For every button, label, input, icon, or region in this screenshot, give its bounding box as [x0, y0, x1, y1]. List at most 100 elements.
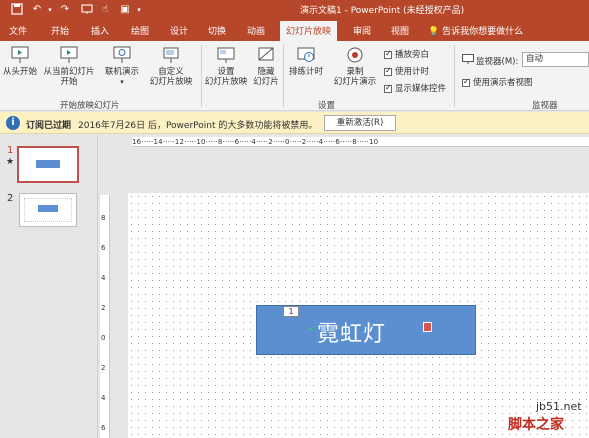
play-narrations-checkbox[interactable]: 播放旁白 — [384, 48, 429, 60]
tab-view[interactable]: 视图 — [391, 24, 409, 37]
monitor-label: 监视器(M): — [476, 57, 519, 67]
ruler-tick: 8 — [352, 138, 357, 146]
redo-icon[interactable]: ↷ — [58, 3, 72, 17]
presenter-view-checkbox[interactable]: 使用演示者视图 — [462, 76, 533, 88]
group-label-start: 开始放映幻灯片 — [60, 101, 120, 111]
online-present-icon — [112, 45, 132, 65]
ruler-tick: 14 — [153, 138, 163, 146]
rehearse-timings-button[interactable]: 排练计时 — [286, 45, 326, 77]
ruler-tick: 2 — [101, 364, 106, 372]
ruler-tick: 10 — [196, 138, 206, 146]
ruler-tick: 4 — [251, 138, 257, 146]
tab-animations[interactable]: 动画 — [247, 24, 265, 37]
reactivate-button[interactable]: 重新激活(R) — [324, 115, 396, 131]
online-dropdown-icon: ▾ — [120, 78, 124, 86]
save-icon[interactable] — [10, 3, 24, 17]
tab-slide-show[interactable]: 幻灯片放映 — [280, 21, 338, 41]
group-divider — [283, 45, 284, 107]
customize-toolbar-icon[interactable]: ▾ — [134, 3, 144, 17]
window-title: 演示文稿1 - PowerPoint (未经授权产品) — [300, 6, 465, 16]
shape-text[interactable]: 霓虹灯 — [317, 316, 386, 348]
ruler-tick: 8 — [101, 214, 106, 222]
undo-dropdown-icon[interactable]: ▾ — [46, 3, 54, 17]
hide-slide-button[interactable]: 隐藏 幻灯片 — [250, 45, 282, 87]
use-timings-label: 使用计时 — [395, 67, 430, 77]
record-slide-show-button[interactable]: 录制 幻灯片演示 — [330, 45, 380, 87]
record-label-2: 幻灯片演示 — [333, 77, 377, 87]
ruler-tick: 0 — [101, 334, 106, 342]
lightbulb-icon: 💡 — [428, 27, 440, 37]
hide-label-1: 隐藏 — [257, 67, 275, 77]
ruler-tick: 6 — [234, 138, 240, 146]
show-media-controls-checkbox[interactable]: 显示媒体控件 — [384, 82, 446, 94]
tell-me-search[interactable]: 💡 告诉我你想要做什么 — [428, 24, 523, 37]
slideshow-from-current-icon — [59, 45, 79, 65]
animation-start-marker-icon: ▸ — [309, 324, 314, 333]
setup-label-1: 设置 — [217, 67, 235, 77]
ruler-tick: 12 — [174, 138, 185, 146]
message-heading: 订阅已过期 — [26, 121, 72, 131]
custom-label-2: 幻灯片放映 — [149, 77, 193, 87]
tab-file[interactable]: 文件 — [9, 24, 27, 37]
from-current-slide-button[interactable]: 从当前幻灯片 开始 — [40, 45, 98, 87]
hide-slide-icon — [256, 45, 276, 65]
present-from-start-icon[interactable] — [80, 3, 94, 17]
setup-slide-show-button[interactable]: 设置 幻灯片放映 — [204, 45, 248, 87]
tab-transitions[interactable]: 切换 — [208, 24, 226, 37]
use-timings-checkbox[interactable]: 使用计时 — [384, 65, 429, 77]
title-bar: ↶ ▾ ↷ ☝ ▣ ▾ 演示文稿1 - PowerPoint (未经授权产品) — [0, 0, 589, 20]
monitor-icon — [462, 54, 474, 67]
watermark-logo-text: 脚本之家 — [508, 417, 564, 433]
from-beginning-label: 从头开始 — [2, 67, 37, 77]
rehearse-timings-icon — [296, 45, 316, 65]
ruler-tick: 4 — [101, 394, 106, 402]
animation-end-marker-icon — [423, 322, 432, 332]
tell-me-text: 告诉我你想要做什么 — [442, 27, 524, 37]
tab-draw[interactable]: 绘图 — [131, 24, 149, 37]
monitor-select-value: 自动 — [526, 54, 544, 64]
message-text: 2016年7月26日 后，PowerPoint 的大多数功能将被禁用。 — [78, 121, 318, 131]
neon-text-shape[interactable]: 1 ▸ 霓虹灯 — [256, 305, 476, 355]
show-media-controls-label: 显示媒体控件 — [395, 84, 447, 94]
watermark-url: jb51.net — [536, 400, 582, 413]
touch-mode-icon[interactable]: ☝ — [98, 3, 112, 17]
ruler-tick: 6 — [335, 138, 341, 146]
animation-order-tag[interactable]: 1 — [283, 306, 299, 317]
from-current-label-1: 从当前幻灯片 — [43, 67, 95, 77]
tab-review[interactable]: 审阅 — [353, 24, 371, 37]
online-present-label: 联机演示 — [104, 67, 139, 77]
h-ruler-ticks: 16·····14·····12·····10·····8·····6·····… — [132, 138, 379, 146]
slide-thumbnail-1[interactable] — [17, 146, 79, 183]
record-icon — [345, 45, 365, 65]
presenter-view-label: 使用演示者视图 — [473, 78, 533, 88]
ruler-tick: 2 — [301, 138, 307, 146]
ruler-tick: 4 — [101, 274, 106, 282]
hide-label-2: 幻灯片 — [253, 77, 279, 87]
tab-insert[interactable]: 插入 — [91, 24, 109, 37]
ribbon: 从头开始 从当前幻灯片 开始 联机演示 ▾ 自定义 幻灯片放映 开始放映幻灯片 … — [0, 41, 589, 111]
thumbnail-shape — [36, 160, 60, 168]
slide-thumbnail-pane: 1 ★ 2 — [0, 135, 98, 438]
slide-editing-area: 16·····14·····12·····10·····8·····6·····… — [98, 135, 589, 438]
undo-icon[interactable]: ↶ — [30, 3, 44, 17]
record-label-1: 录制 — [346, 67, 364, 77]
ruler-tick: 2 — [268, 138, 273, 146]
from-beginning-button[interactable]: 从头开始 — [2, 45, 38, 77]
ruler-tick: 2 — [101, 304, 106, 312]
checkbox-checked-icon — [384, 66, 392, 76]
online-present-button[interactable]: 联机演示 ▾ — [100, 45, 144, 87]
setup-slide-show-icon — [216, 45, 236, 65]
custom-slide-show-button[interactable]: 自定义 幻灯片放映 — [142, 45, 200, 87]
group-divider — [201, 45, 202, 107]
slide-canvas[interactable]: 1 ▸ 霓虹灯 — [128, 193, 589, 438]
rehearse-timings-label: 排练计时 — [288, 67, 323, 77]
setup-label-2: 幻灯片放映 — [204, 77, 248, 87]
checkbox-checked-icon — [384, 49, 392, 59]
group-label-monitors: 监视器 — [532, 101, 558, 111]
tab-design[interactable]: 设计 — [170, 24, 188, 37]
custom-label-1: 自定义 — [158, 67, 184, 77]
tab-home[interactable]: 开始 — [51, 24, 69, 37]
layout-icon[interactable]: ▣ — [116, 3, 134, 17]
slide-thumbnail-2[interactable] — [19, 193, 77, 227]
monitor-select[interactable]: 自动 — [522, 52, 589, 67]
